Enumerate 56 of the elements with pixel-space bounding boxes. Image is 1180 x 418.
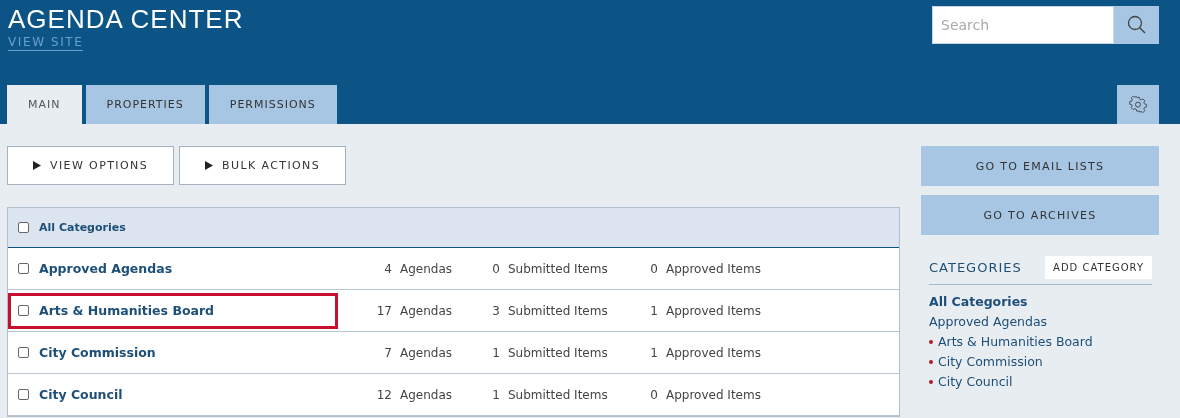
approved-count: 1 [649, 345, 658, 360]
add-category-button[interactable]: ADD CATEGORY [1045, 256, 1152, 279]
play-icon [205, 161, 214, 170]
category-link[interactable]: Approved Agendas [39, 261, 173, 276]
approved-label: Approved Items [666, 303, 761, 318]
tab[interactable]: PERMISSIONS [208, 85, 337, 124]
search-icon [1126, 15, 1147, 35]
action-button[interactable]: VIEW OPTIONS [7, 146, 175, 185]
checkbox[interactable] [18, 263, 29, 274]
category-link[interactable]: Arts & Humanities Board [39, 303, 215, 318]
approved-count: 0 [649, 387, 658, 402]
search-field[interactable]: Search [932, 6, 1114, 44]
settings-button[interactable] [1117, 85, 1159, 124]
checkbox[interactable] [18, 347, 29, 358]
category-link[interactable]: All Categories [929, 294, 1028, 309]
action-button[interactable]: BULK ACTIONS [179, 146, 347, 185]
category-link[interactable]: City Commission [938, 354, 1043, 369]
checkbox[interactable] [18, 389, 29, 400]
approved-label: Approved Items [666, 387, 761, 402]
category-link[interactable]: City Council [938, 374, 1013, 389]
category-link[interactable]: City Commission [39, 345, 156, 360]
category-link[interactable]: Approved Agendas [929, 314, 1048, 329]
sidebar-button[interactable]: GO TO ARCHIVES [921, 195, 1159, 235]
submitted-count: 3 [491, 303, 500, 318]
agenda-count: 4 [383, 261, 392, 276]
submitted-label: Submitted Items [508, 261, 608, 276]
category-link[interactable]: Arts & Humanities Board [938, 334, 1093, 349]
settings-icon [1129, 95, 1147, 114]
agenda-label: Agendas [400, 303, 454, 318]
tab[interactable]: PROPERTIES [85, 85, 205, 124]
approved-label: Approved Items [666, 345, 761, 360]
submitted-label: Submitted Items [508, 387, 608, 402]
column-header: All Categories [39, 221, 126, 234]
tab[interactable]: MAIN [7, 85, 82, 124]
checkbox[interactable] [18, 222, 29, 233]
checkbox[interactable] [18, 305, 29, 316]
submitted-count: 0 [491, 261, 500, 276]
submitted-count: 1 [491, 345, 500, 360]
submitted-label: Submitted Items [508, 345, 608, 360]
page-title: AGENDA CENTER [8, 4, 244, 34]
agenda-label: Agendas [400, 261, 454, 276]
approved-count: 0 [649, 261, 658, 276]
sidebar-button[interactable]: GO TO EMAIL LISTS [921, 146, 1159, 186]
agenda-count: 17 [375, 303, 392, 318]
submitted-count: 1 [491, 387, 500, 402]
agenda-label: Agendas [400, 345, 454, 360]
section-heading: CATEGORIES [929, 260, 1022, 275]
category-link[interactable]: City Council [39, 387, 123, 402]
agenda-label: Agendas [400, 387, 454, 402]
agenda-count: 7 [383, 345, 392, 360]
play-icon [33, 161, 41, 170]
approved-label: Approved Items [666, 261, 761, 276]
search-button[interactable] [1114, 6, 1159, 44]
approved-count: 1 [649, 303, 658, 318]
agenda-count: 12 [375, 387, 392, 402]
submitted-label: Submitted Items [508, 303, 608, 318]
